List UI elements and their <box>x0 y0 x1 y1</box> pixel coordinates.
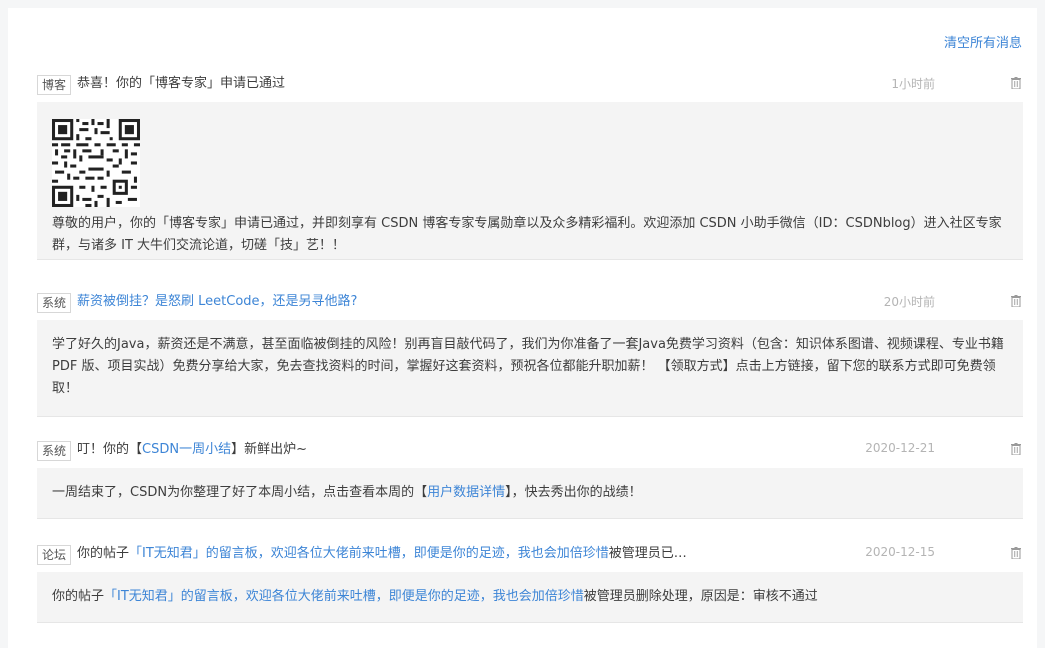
message-body-prefix: 一周结束了，CSDN为你整理了好了本周小结，点击查看本周的【 <box>52 485 428 500</box>
message-title-prefix: 你的帖子 <box>77 546 130 561</box>
message-time: 2020-12-15 <box>865 545 935 559</box>
message-item: 论坛 你的帖子「IT无知君」的留言板，欢迎各位大佬前来吐槽，即便是你的足迹，我也… <box>37 540 1023 623</box>
message-title-link[interactable]: 「IT无知君」的留言板，欢迎各位大佬前来吐槽，即便是你的足迹，我也会加倍珍惜 <box>129 546 609 561</box>
qr-code-image <box>52 119 140 207</box>
message-time: 20小时前 <box>883 295 935 309</box>
clear-all-button[interactable]: 清空所有消息 <box>944 32 1022 51</box>
message-item: 博客 恭喜！你的「博客专家」申请已通过 1小时前 尊敬的用户，你的「博客专家」申… <box>37 70 1023 260</box>
message-body-suffix: 被管理员删除处理，原因是：审核不通过 <box>583 589 818 604</box>
message-body: 学了好久的Java，薪资还是不满意，甚至面临被倒挂的风险！别再盲目敲代码了，我们… <box>37 320 1023 417</box>
trash-icon[interactable] <box>1011 547 1021 559</box>
message-header: 论坛 你的帖子「IT无知君」的留言板，欢迎各位大佬前来吐槽，即便是你的足迹，我也… <box>37 540 1023 572</box>
message-title: 薪资被倒挂？是怒刷 LeetCode，还是另寻他路? <box>77 292 357 312</box>
message-body-suffix: 】，快去秀出你的战绩！ <box>505 485 642 500</box>
message-body-link[interactable]: 用户数据详情 <box>427 485 505 500</box>
message-body: 尊敬的用户，你的「博客专家」申请已通过，并即刻享有 CSDN 博客专家专属勋章以… <box>37 102 1023 260</box>
message-title-suffix: 】新鲜出炉~ <box>231 442 307 457</box>
message-body-text: 学了好久的Java，薪资还是不满意，甚至面临被倒挂的风险！别再盲目敲代码了，我们… <box>52 337 1004 396</box>
category-tag: 论坛 <box>37 545 72 565</box>
messages-panel: 清空所有消息 博客 恭喜！你的「博客专家」申请已通过 1小时前 尊敬的用户，你的… <box>8 8 1037 648</box>
message-title-suffix: 被管理员已… <box>608 546 687 561</box>
message-body-link[interactable]: 「IT无知君」的留言板，欢迎各位大佬前来吐槽，即便是你的足迹，我也会加倍珍惜 <box>104 589 584 604</box>
message-title-link[interactable]: 薪资被倒挂？是怒刷 LeetCode，还是另寻他路? <box>77 294 357 309</box>
message-title-link[interactable]: CSDN一周小结 <box>142 442 231 457</box>
message-body: 一周结束了，CSDN为你整理了好了本周小结，点击查看本周的【用户数据详情】，快去… <box>37 468 1023 519</box>
message-header: 系统 叮！你的【CSDN一周小结】新鲜出炉~ 2020-12-21 <box>37 436 1023 468</box>
trash-icon[interactable] <box>1011 295 1021 307</box>
message-title-prefix: 叮！你的【 <box>77 442 143 457</box>
trash-icon[interactable] <box>1011 77 1021 89</box>
category-tag: 博客 <box>37 75 72 95</box>
category-tag: 系统 <box>37 441 72 461</box>
message-body-text: 尊敬的用户，你的「博客专家」申请已通过，并即刻享有 CSDN 博客专家专属勋章以… <box>52 216 1002 253</box>
trash-icon[interactable] <box>1011 443 1021 455</box>
message-time: 2020-12-21 <box>865 441 935 455</box>
category-tag: 系统 <box>37 293 72 313</box>
message-title: 叮！你的【CSDN一周小结】新鲜出炉~ <box>77 440 307 460</box>
message-body-prefix: 你的帖子 <box>52 589 105 604</box>
message-body: 你的帖子「IT无知君」的留言板，欢迎各位大佬前来吐槽，即便是你的足迹，我也会加倍… <box>37 572 1023 623</box>
message-item: 系统 薪资被倒挂？是怒刷 LeetCode，还是另寻他路? 20小时前 学了好久… <box>37 288 1023 417</box>
message-time: 1小时前 <box>891 77 935 91</box>
message-item: 系统 叮！你的【CSDN一周小结】新鲜出炉~ 2020-12-21 一周结束了，… <box>37 436 1023 519</box>
message-header: 系统 薪资被倒挂？是怒刷 LeetCode，还是另寻他路? 20小时前 <box>37 288 1023 320</box>
message-title: 你的帖子「IT无知君」的留言板，欢迎各位大佬前来吐槽，即便是你的足迹，我也会加倍… <box>77 544 687 564</box>
message-title: 恭喜！你的「博客专家」申请已通过 <box>77 76 286 91</box>
message-header: 博客 恭喜！你的「博客专家」申请已通过 1小时前 <box>37 70 1023 102</box>
